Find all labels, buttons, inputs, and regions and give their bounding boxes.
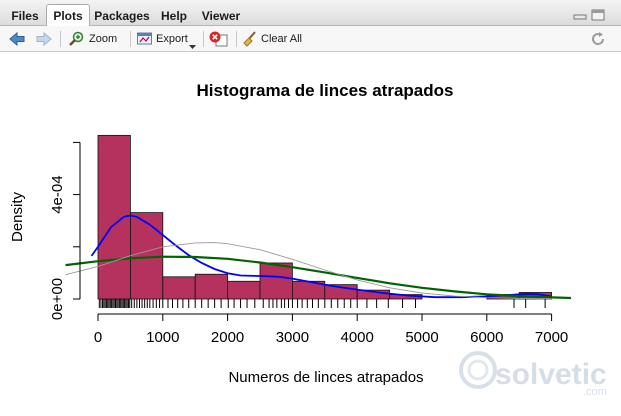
chart-title: Histograma de linces atrapados: [197, 81, 454, 100]
x-tick-label: 7000: [535, 329, 568, 346]
x-axis-label: Numeros de linces atrapados: [228, 369, 423, 386]
clear-all-label: Clear All: [261, 33, 302, 45]
tab-label: Viewer: [201, 9, 241, 23]
tab-viewer[interactable]: Viewer: [194, 4, 248, 26]
plot-viewer: Histograma de linces atrapados 0 1000 2000…: [0, 52, 621, 411]
histogram-bar: [194, 273, 228, 300]
x-tick-label: 2000: [211, 329, 244, 346]
x-tick-label: 5000: [405, 329, 438, 346]
histogram-bars: [97, 134, 553, 300]
solvetic-logo: solvetic .com: [459, 351, 607, 398]
y-axis-label: Density: [9, 191, 26, 242]
x-tick-label: 1000: [146, 329, 179, 346]
minimize-icon[interactable]: [573, 8, 587, 20]
tab-packages[interactable]: Packages: [90, 4, 154, 26]
arrow-right-icon: [35, 31, 53, 52]
back-button[interactable]: [8, 29, 28, 49]
histogram-bar: [259, 262, 293, 300]
toolbar-separator: [60, 31, 61, 47]
toolbar-separator: [203, 31, 204, 47]
broom-icon: [242, 31, 258, 54]
x-tick-label: 6000: [470, 329, 503, 346]
export-button[interactable]: Export: [137, 29, 199, 49]
x-axis: 0 1000 2000 3000 4000 5000 6000 7000: [94, 313, 568, 346]
pane-tab-bar: Files Plots Packages Help Viewer: [0, 0, 621, 27]
forward-button[interactable]: [35, 29, 55, 49]
plots-toolbar: Zoom Export Clear All: [0, 26, 621, 52]
histogram-bar: [162, 276, 196, 300]
export-label: Export: [156, 33, 188, 45]
clear-all-button[interactable]: Clear All: [242, 29, 310, 49]
tab-label: Help: [160, 9, 187, 23]
tab-help[interactable]: Help: [154, 4, 194, 26]
zoom-icon: [68, 31, 84, 54]
zoom-button[interactable]: Zoom: [68, 29, 124, 49]
remove-plot-button[interactable]: [209, 29, 231, 49]
y-tick-label: 4e-04: [49, 175, 66, 213]
histogram-bar: [129, 212, 164, 300]
tab-label: Files: [11, 9, 39, 23]
refresh-button[interactable]: [590, 29, 608, 49]
tab-label: Plots: [53, 9, 83, 23]
y-axis: 0e+00 4e-04: [49, 141, 81, 320]
arrow-left-icon: [8, 31, 26, 52]
tab-files[interactable]: Files: [4, 4, 46, 26]
export-icon: [137, 32, 153, 53]
y-tick-label: 0e+00: [49, 278, 66, 320]
rug-ticks: [98, 299, 546, 308]
toolbar-separator: [130, 31, 131, 47]
zoom-label: Zoom: [89, 33, 118, 45]
tab-label: Packages: [94, 9, 150, 23]
tab-plots[interactable]: Plots: [46, 4, 90, 27]
x-tick-label: 0: [94, 329, 102, 346]
histogram-bar: [227, 280, 261, 300]
watermark-suffix: .com: [583, 386, 607, 398]
x-tick-label: 3000: [276, 329, 309, 346]
refresh-icon: [590, 31, 606, 54]
toolbar-separator: [236, 31, 237, 47]
remove-plot-icon: [209, 31, 229, 54]
maximize-icon[interactable]: [591, 8, 605, 21]
histogram-chart: Histograma de linces atrapados 0 1000 2000…: [9, 81, 607, 398]
x-tick-label: 4000: [341, 329, 374, 346]
